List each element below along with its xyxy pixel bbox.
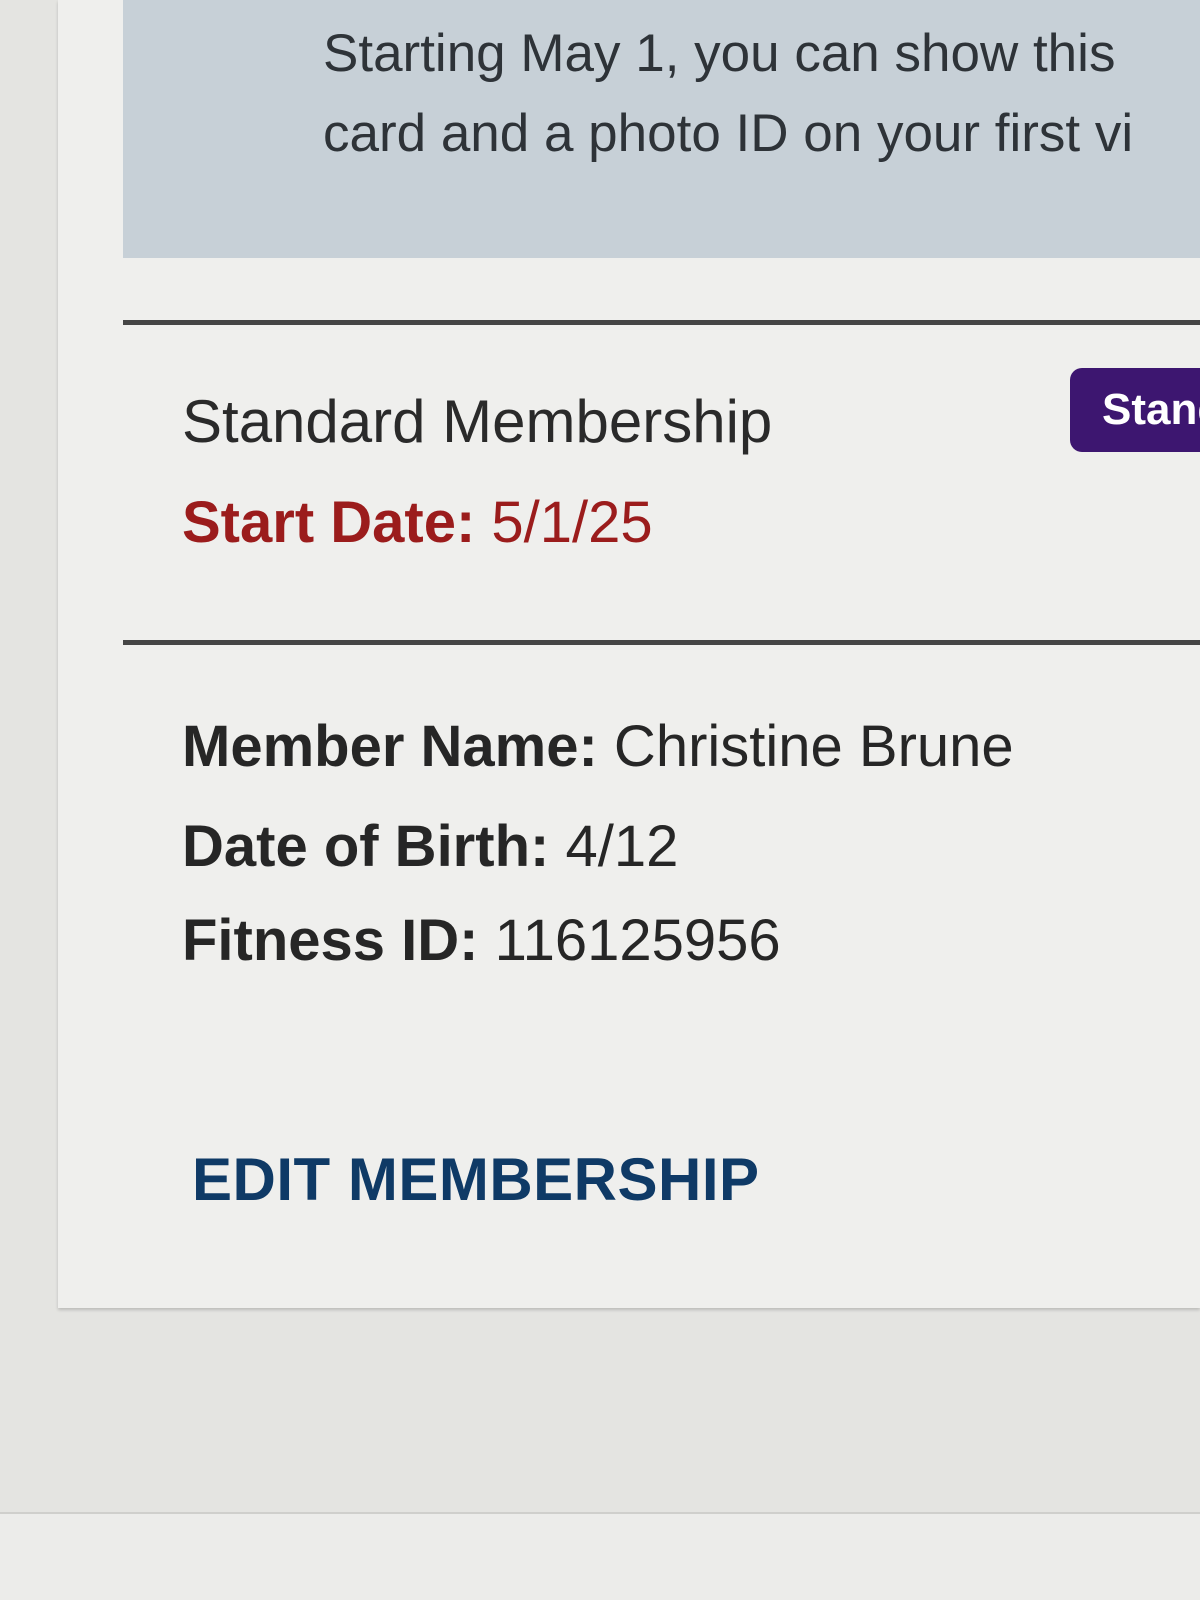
fitness-id-row: Fitness ID: 116125956 bbox=[182, 912, 781, 970]
notice-text: Starting May 1, you can show this card a… bbox=[323, 24, 1134, 163]
fitness-id-value: 116125956 bbox=[478, 908, 781, 973]
start-date-row: Start Date: 5/1/25 bbox=[182, 494, 653, 552]
start-date-label: Start Date: bbox=[182, 490, 476, 555]
member-name-value: Christine Brune bbox=[597, 714, 1014, 779]
edit-membership-button[interactable]: EDIT MEMBERSHIP bbox=[192, 1150, 760, 1210]
fitness-id-label: Fitness ID: bbox=[182, 908, 479, 973]
membership-card: Starting May 1, you can show this card a… bbox=[58, 0, 1200, 1308]
date-of-birth-row: Date of Birth: 4/12 bbox=[182, 818, 678, 876]
membership-type-badge: Standa bbox=[1070, 368, 1200, 452]
footer-area bbox=[0, 1514, 1200, 1600]
member-name-label: Member Name: bbox=[182, 714, 598, 779]
page: Starting May 1, you can show this card a… bbox=[0, 0, 1200, 1600]
start-date-value: 5/1/25 bbox=[475, 490, 653, 555]
notice-banner: Starting May 1, you can show this card a… bbox=[123, 0, 1200, 258]
member-name-row: Member Name: Christine Brune bbox=[182, 718, 1014, 776]
divider bbox=[123, 640, 1200, 645]
divider bbox=[123, 320, 1200, 325]
membership-title: Standard Membership bbox=[182, 388, 773, 455]
date-of-birth-value: 4/12 bbox=[549, 814, 679, 879]
date-of-birth-label: Date of Birth: bbox=[182, 814, 550, 879]
